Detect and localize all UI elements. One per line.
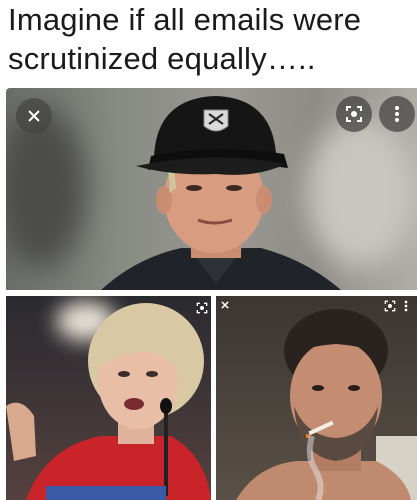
- more-options-button[interactable]: [379, 96, 415, 132]
- close-icon-small[interactable]: [220, 300, 230, 314]
- lens-search-icon: [346, 106, 362, 122]
- photo-man-smoking[interactable]: [216, 296, 417, 500]
- more-vert-icon: [404, 300, 408, 312]
- photo-woman-at-podium[interactable]: [6, 296, 211, 500]
- close-icon: [28, 110, 40, 122]
- close-button[interactable]: [16, 98, 52, 134]
- caption-line-1: Imagine if all emails were: [8, 2, 362, 37]
- close-icon: [221, 301, 229, 309]
- man-smoking-illustration: [236, 309, 417, 500]
- more-icon-small[interactable]: [404, 300, 408, 316]
- more-vert-icon: [395, 106, 399, 122]
- lens-search-icon: [196, 302, 208, 314]
- photo-man-in-cap[interactable]: [6, 88, 417, 290]
- lens-button[interactable]: [336, 96, 372, 132]
- woman-illustration: [6, 303, 211, 500]
- lens-icon-small-2[interactable]: [384, 300, 396, 316]
- lens-icon-small[interactable]: [196, 302, 208, 318]
- meme-caption: Imagine if all emails were scrutinized e…: [8, 0, 413, 78]
- lens-search-icon: [384, 300, 396, 312]
- caption-line-2: scrutinized equally…..: [8, 41, 316, 76]
